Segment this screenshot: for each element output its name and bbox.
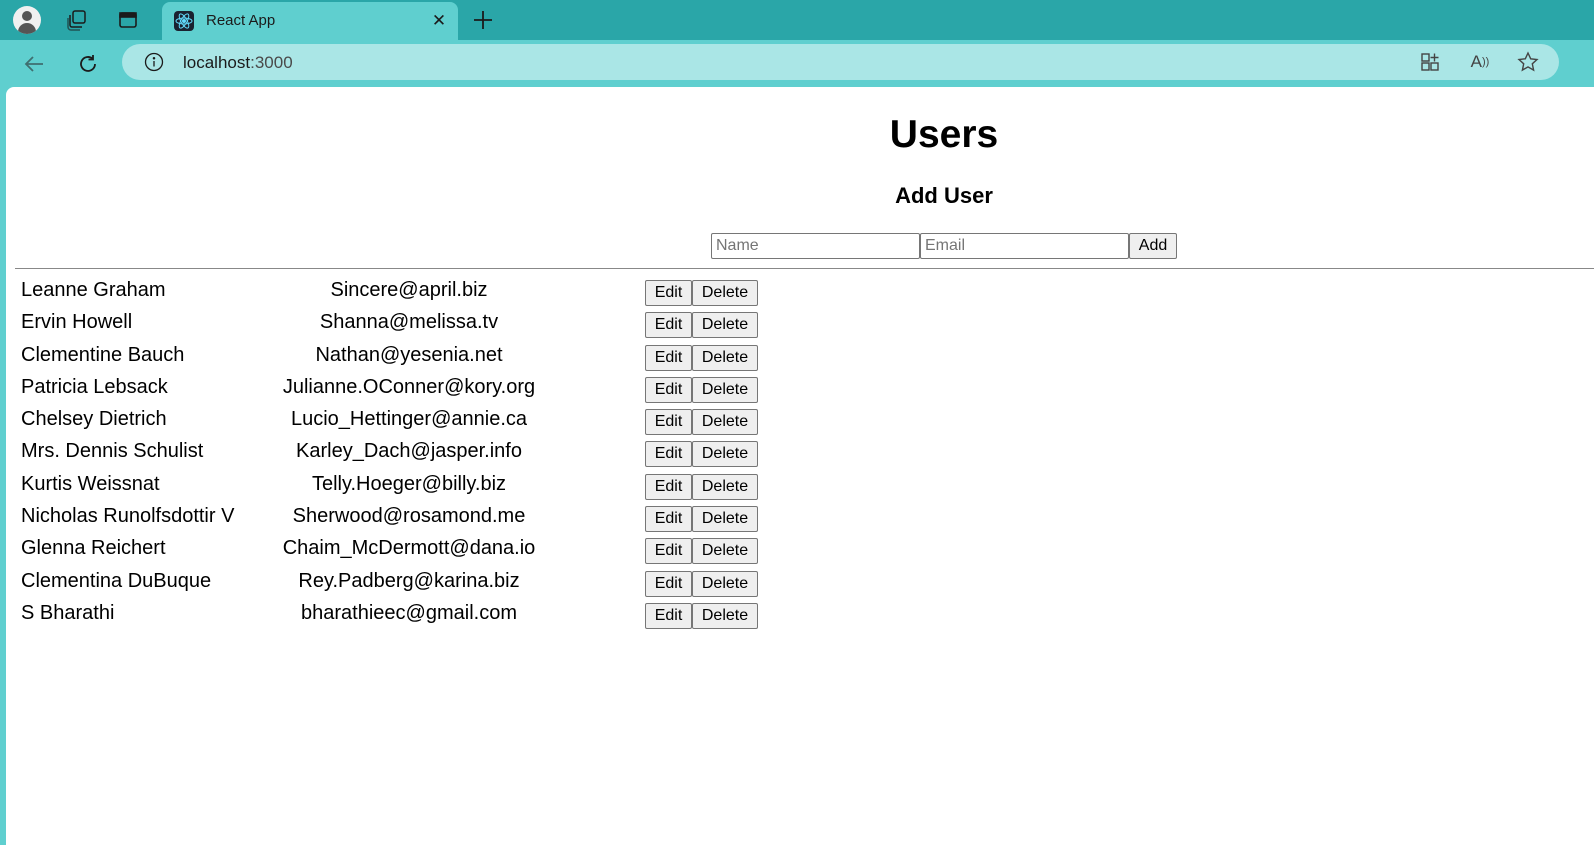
row-actions: Edit Delete [645, 473, 758, 500]
tab-bar: React App ✕ [0, 0, 1594, 40]
tab-title: React App [206, 12, 276, 29]
browser-toolbar: localhost:3000 A)) [0, 40, 1594, 86]
edit-button[interactable]: Edit [645, 376, 692, 403]
user-row: S Bharathi bharathieec@gmail.com Edit Delet… [21, 602, 781, 634]
reload-icon[interactable] [72, 48, 104, 80]
row-actions: Edit Delete [645, 280, 758, 306]
user-row: Kurtis Weissnat Telly.Hoeger@billy.biz Edi… [21, 473, 781, 505]
user-row: Chelsey Dietrich Lucio_Hettinger@annie.ca… [21, 408, 781, 440]
user-name: Patricia Lebsack [21, 375, 168, 398]
user-row: Patricia Lebsack Julianne.OConner@kory.or… [21, 376, 781, 408]
user-name: Clementina DuBuque [21, 569, 212, 592]
edit-button[interactable]: Edit [645, 409, 692, 436]
back-arrow-icon[interactable] [18, 48, 50, 80]
apps-icon[interactable] [1418, 50, 1442, 74]
user-row: Clementine Bauch Nathan@yesenia.net Edit De… [21, 344, 781, 376]
user-name: Glenna Reichert [21, 537, 166, 560]
user-email: Karley_Dach@jasper.info [296, 440, 522, 463]
delete-button[interactable]: Delete [692, 441, 758, 468]
plus-icon[interactable] [468, 5, 498, 35]
add-button[interactable]: Add [1129, 233, 1177, 259]
page-title: Users [889, 113, 999, 156]
user-name: Clementine Bauch [21, 343, 185, 366]
user-list: Leanne Graham Sincere@april.biz Edit Delete… [21, 279, 781, 634]
user-name: Kurtis Weissnat [21, 472, 160, 495]
user-email: Julianne.OConner@kory.org [282, 375, 536, 398]
add-user-form: Add [711, 233, 1177, 259]
edit-button[interactable]: Edit [645, 602, 692, 629]
edit-button[interactable]: Edit [645, 344, 692, 371]
user-row: Leanne Graham Sincere@april.biz Edit Delete [21, 279, 781, 311]
delete-button[interactable]: Delete [692, 602, 758, 629]
row-actions: Edit Delete [645, 538, 758, 565]
delete-button[interactable]: Delete [692, 376, 758, 403]
user-email: Nathan@yesenia.net [315, 343, 503, 366]
tab-actions-icon[interactable] [113, 5, 143, 35]
user-email: Telly.Hoeger@billy.biz [311, 472, 507, 495]
delete-button[interactable]: Delete [692, 312, 758, 339]
user-email: Lucio_Hettinger@annie.ca [290, 408, 528, 431]
edit-button[interactable]: Edit [645, 473, 692, 500]
user-row: Ervin Howell Shanna@melissa.tv Edit Delete [21, 311, 781, 343]
edit-button[interactable]: Edit [645, 280, 692, 306]
user-email: Shanna@melissa.tv [319, 311, 499, 334]
delete-button[interactable]: Delete [692, 506, 758, 533]
edit-button[interactable]: Edit [645, 506, 692, 533]
user-email: bharathieec@gmail.com [301, 601, 517, 624]
user-name: Mrs. Dennis Schulist [21, 440, 204, 463]
user-row: Mrs. Dennis Schulist Karley_Dach@jasper.i… [21, 440, 781, 472]
user-name: Ervin Howell [21, 311, 133, 334]
row-actions: Edit Delete [645, 570, 758, 597]
row-actions: Edit Delete [645, 376, 758, 403]
delete-button[interactable]: Delete [692, 570, 758, 597]
info-icon[interactable] [144, 52, 164, 72]
edit-button[interactable]: Edit [645, 441, 692, 468]
row-actions: Edit Delete [645, 602, 758, 629]
user-name: Leanne Graham [21, 279, 166, 301]
user-name: Chelsey Dietrich [21, 408, 167, 431]
read-aloud-icon[interactable]: A)) [1468, 50, 1492, 74]
delete-button[interactable]: Delete [692, 538, 758, 565]
page-viewport: Users Add User Add Leanne Graham Sincere@… [6, 87, 1594, 845]
tab-react-app[interactable]: React App ✕ [162, 2, 458, 40]
add-user-heading: Add User [895, 183, 993, 208]
user-row: Clementina DuBuque Rey.Padberg@karina.biz… [21, 570, 781, 602]
address-bar[interactable]: localhost:3000 A)) [122, 44, 1559, 80]
user-email: Sherwood@rosamond.me [292, 505, 526, 528]
delete-button[interactable]: Delete [692, 280, 758, 306]
star-icon[interactable] [1516, 50, 1540, 74]
delete-button[interactable]: Delete [692, 344, 758, 371]
delete-button[interactable]: Delete [692, 473, 758, 500]
row-actions: Edit Delete [645, 409, 758, 436]
delete-button[interactable]: Delete [692, 409, 758, 436]
user-email: Chaim_McDermott@dana.io [282, 537, 536, 560]
name-input[interactable] [711, 233, 920, 259]
close-icon[interactable]: ✕ [428, 10, 450, 32]
divider [15, 268, 1594, 269]
edit-button[interactable]: Edit [645, 538, 692, 565]
edit-button[interactable]: Edit [645, 570, 692, 597]
workspaces-icon[interactable] [62, 5, 92, 35]
user-row: Nicholas Runolfsdottir V Sherwood@rosamon… [21, 505, 781, 537]
user-email: Rey.Padberg@karina.biz [298, 569, 520, 592]
react-icon [174, 11, 194, 31]
user-email: Sincere@april.biz [330, 279, 488, 301]
row-actions: Edit Delete [645, 441, 758, 468]
profile-icon[interactable] [12, 5, 42, 35]
edit-button[interactable]: Edit [645, 312, 692, 339]
email-input[interactable] [920, 233, 1129, 259]
url-text[interactable]: localhost:3000 [183, 53, 293, 73]
user-name: S Bharathi [21, 601, 115, 624]
row-actions: Edit Delete [645, 506, 758, 533]
row-actions: Edit Delete [645, 344, 758, 371]
user-row: Glenna Reichert Chaim_McDermott@dana.io Ed… [21, 537, 781, 569]
user-name: Nicholas Runolfsdottir V [21, 505, 235, 528]
row-actions: Edit Delete [645, 312, 758, 339]
